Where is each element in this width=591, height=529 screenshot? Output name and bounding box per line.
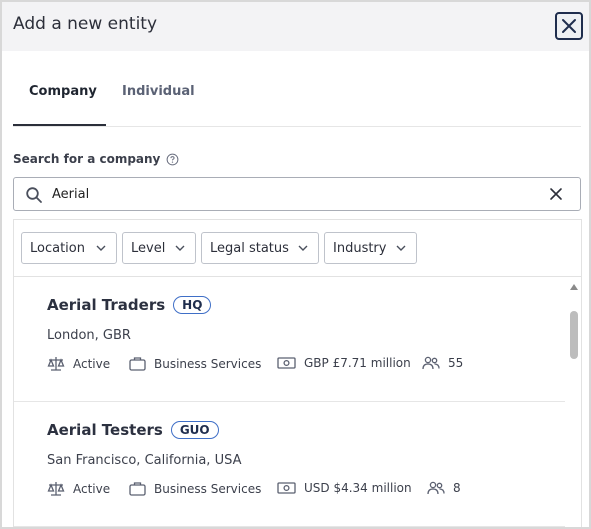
level-badge: HQ xyxy=(173,296,212,314)
chevron-down-icon xyxy=(96,245,106,251)
search-results-panel: Location Level Legal status Industry Aer… xyxy=(13,219,582,527)
meta-status: Active xyxy=(47,481,110,497)
meta-revenue-text: GBP £7.71 million xyxy=(304,356,411,370)
active-tab-indicator xyxy=(13,124,106,126)
meta-employees-text: 55 xyxy=(448,356,464,370)
search-icon xyxy=(26,187,42,203)
filter-industry[interactable]: Industry xyxy=(324,232,417,264)
result-name: Aerial Testers xyxy=(47,421,163,439)
scrollbar-thumb[interactable] xyxy=(570,311,578,359)
chevron-down-icon xyxy=(298,245,308,251)
chevron-down-icon xyxy=(175,245,185,251)
meta-industry: Business Services xyxy=(129,356,261,371)
add-entity-dialog: Add a new entity Company Individual Sear… xyxy=(0,0,591,529)
question-circle-icon[interactable] xyxy=(166,153,179,166)
result-title-row: Aerial Traders HQ xyxy=(47,296,212,314)
results-list: Aerial Traders HQ London, GBR Active Bus… xyxy=(14,277,565,527)
tab-company[interactable]: Company xyxy=(29,84,97,99)
filter-location-label: Location xyxy=(30,240,85,256)
close-icon xyxy=(562,19,576,33)
meta-revenue: GBP £7.71 million xyxy=(277,356,411,370)
meta-revenue-text: USD $4.34 million xyxy=(304,481,412,495)
clear-icon[interactable] xyxy=(549,187,563,201)
result-location: London, GBR xyxy=(47,328,131,343)
search-input[interactable] xyxy=(52,184,532,204)
result-meta: Active Business Services GBP £7.71 milli… xyxy=(47,356,557,376)
search-label: Search for a company xyxy=(13,152,179,166)
level-badge: GUO xyxy=(170,421,219,439)
scales-icon xyxy=(47,357,65,371)
result-name: Aerial Traders xyxy=(47,296,166,314)
meta-industry: Business Services xyxy=(129,481,261,496)
filter-level[interactable]: Level xyxy=(122,232,196,264)
meta-status-text: Active xyxy=(73,357,111,371)
results-scrollbar[interactable] xyxy=(567,277,581,527)
meta-revenue: USD $4.34 million xyxy=(277,481,412,495)
filter-legal-status-label: Legal status xyxy=(210,240,289,256)
people-icon xyxy=(422,356,440,370)
search-label-text: Search for a company xyxy=(13,152,161,166)
filter-industry-label: Industry xyxy=(333,240,387,256)
briefcase-icon xyxy=(129,482,146,496)
banknote-icon xyxy=(277,357,296,369)
filter-location[interactable]: Location xyxy=(21,232,117,264)
result-card[interactable]: Aerial Traders HQ London, GBR Active Bus… xyxy=(14,277,565,402)
scales-icon xyxy=(47,482,65,496)
close-button[interactable] xyxy=(555,12,583,40)
people-icon xyxy=(427,481,445,495)
dialog-header: Add a new entity xyxy=(2,2,589,51)
entity-type-tabs: Company Individual xyxy=(13,72,581,127)
result-location: San Francisco, California, USA xyxy=(47,453,242,468)
meta-employees-text: 8 xyxy=(453,481,461,495)
chevron-down-icon xyxy=(396,245,406,251)
result-card[interactable]: Aerial Testers GUO San Francisco, Califo… xyxy=(14,402,565,527)
search-field[interactable] xyxy=(13,177,581,211)
briefcase-icon xyxy=(129,357,146,371)
banknote-icon xyxy=(277,482,296,494)
meta-status-text: Active xyxy=(73,482,111,496)
meta-employees: 55 xyxy=(422,356,463,370)
meta-industry-text: Business Services xyxy=(154,356,262,371)
meta-employees: 8 xyxy=(427,481,461,495)
result-meta: Active Business Services USD $4.34 milli… xyxy=(47,481,557,501)
meta-status: Active xyxy=(47,356,110,372)
dialog-title: Add a new entity xyxy=(13,14,158,34)
filter-level-label: Level xyxy=(131,240,166,256)
result-title-row: Aerial Testers GUO xyxy=(47,421,219,439)
meta-industry-text: Business Services xyxy=(154,481,262,496)
scroll-up-arrow-icon[interactable] xyxy=(569,283,579,291)
filter-legal-status[interactable]: Legal status xyxy=(201,232,319,264)
filter-bar: Location Level Legal status Industry xyxy=(14,220,581,277)
tab-individual[interactable]: Individual xyxy=(122,84,195,99)
